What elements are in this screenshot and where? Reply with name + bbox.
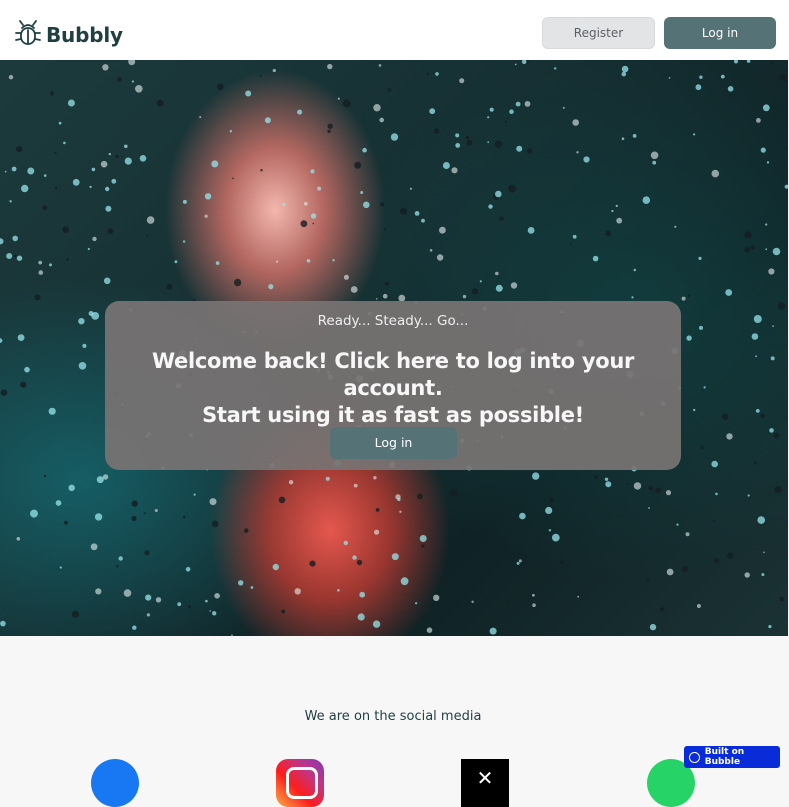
- header-login-button[interactable]: Log in: [664, 17, 776, 49]
- card-login-button[interactable]: Log in: [330, 427, 457, 459]
- welcome-card: Ready... Steady... Go... Welcome back! C…: [105, 301, 681, 470]
- card-heading: Welcome back! Click here to log into you…: [105, 348, 681, 429]
- hero-section: Ready... Steady... Go... Welcome back! C…: [0, 60, 788, 636]
- badge-label: Built on Bubble: [704, 747, 745, 767]
- site-header: Bubbly Register Log in: [0, 0, 789, 60]
- built-on-bubble-badge[interactable]: Built on Bubble: [684, 746, 780, 768]
- x-icon[interactable]: ✕: [461, 759, 509, 807]
- register-button[interactable]: Register: [542, 17, 655, 49]
- facebook-icon[interactable]: [91, 759, 139, 807]
- bubble-logo-icon: [689, 751, 700, 763]
- instagram-icon[interactable]: [276, 759, 324, 807]
- social-section-title: We are on the social media: [304, 709, 482, 724]
- bug-icon: [14, 18, 42, 52]
- brand-name: Bubbly: [46, 23, 123, 47]
- card-eyebrow: Ready... Steady... Go...: [317, 313, 469, 329]
- card-heading-line-2: Start using it as fast as possible!: [202, 403, 584, 427]
- card-heading-line-1: Welcome back! Click here to log into you…: [151, 349, 635, 400]
- brand-logo[interactable]: Bubbly: [14, 18, 123, 52]
